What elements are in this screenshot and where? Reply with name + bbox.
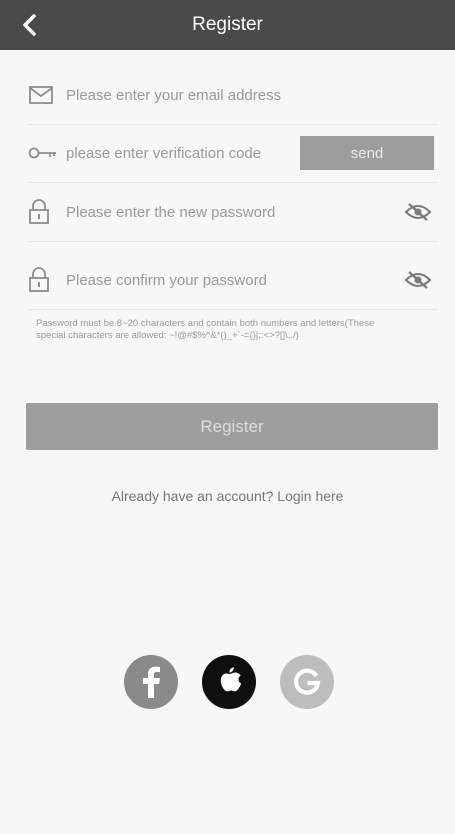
register-button[interactable]: Register: [26, 403, 438, 450]
key-icon: [28, 146, 62, 160]
password-row: [28, 183, 438, 242]
confirm-password-input[interactable]: [62, 265, 398, 295]
lock-icon: [28, 199, 62, 225]
eye-off-icon[interactable]: [398, 270, 438, 290]
apple-login-button[interactable]: [202, 655, 256, 709]
top-bar: Register: [0, 0, 455, 50]
email-input[interactable]: [62, 80, 438, 110]
email-row: [28, 66, 438, 125]
page-title: Register: [192, 14, 263, 35]
code-row: send: [28, 124, 438, 183]
back-button[interactable]: [12, 7, 48, 43]
google-icon: [294, 668, 321, 695]
verification-code-input[interactable]: [62, 138, 300, 168]
envelope-icon: [28, 85, 62, 105]
lock-icon: [28, 267, 62, 293]
login-link[interactable]: Already have an account? Login here: [0, 488, 455, 504]
chevron-left-icon: [23, 14, 36, 36]
confirm-password-row: [28, 251, 438, 310]
facebook-login-button[interactable]: [124, 655, 178, 709]
new-password-input[interactable]: [62, 197, 398, 227]
google-login-button[interactable]: [280, 655, 334, 709]
apple-icon: [220, 667, 242, 692]
eye-off-icon[interactable]: [398, 202, 438, 222]
send-code-button[interactable]: send: [300, 136, 434, 170]
password-hint: Password must be 8~20 characters and con…: [36, 318, 375, 341]
facebook-icon: [143, 666, 160, 698]
